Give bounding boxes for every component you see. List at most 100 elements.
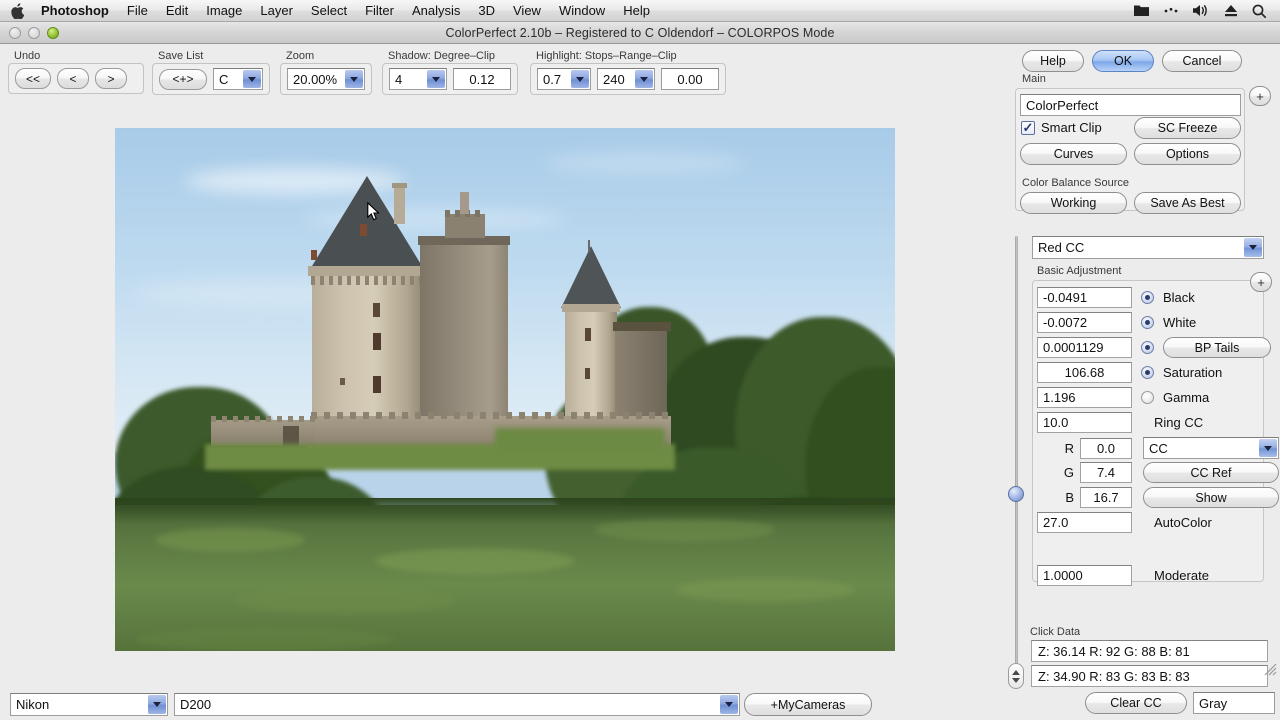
master-slider-track[interactable] xyxy=(1015,236,1018,681)
camera-make-combo[interactable]: Nikon xyxy=(10,693,168,716)
help-button[interactable]: Help xyxy=(1022,50,1084,72)
chevron-down-icon[interactable] xyxy=(345,70,363,88)
chevron-down-icon[interactable] xyxy=(148,695,166,714)
save-list-add-button[interactable]: <+> xyxy=(159,68,207,90)
folder-icon[interactable] xyxy=(1134,4,1149,17)
gray-field[interactable]: Gray xyxy=(1193,692,1275,714)
zoom-button[interactable] xyxy=(47,26,59,39)
channel-select-combo[interactable]: Red CC xyxy=(1032,236,1264,259)
volume-icon[interactable] xyxy=(1193,4,1210,17)
white-row: -0.0072 White xyxy=(1037,312,1196,333)
click-data-label: Click Data xyxy=(1030,626,1081,638)
red-cc-value-field[interactable]: 0.0 xyxy=(1080,437,1132,459)
undo-button[interactable]: < xyxy=(57,68,89,89)
bp-tails-button[interactable]: BP Tails xyxy=(1163,337,1271,358)
autocolor-value-field[interactable]: 27.0 xyxy=(1037,512,1132,533)
gamma-value-field[interactable]: 1.196 xyxy=(1037,387,1132,408)
saturation-value-field[interactable]: 106.68 xyxy=(1037,362,1132,383)
sc-freeze-button[interactable]: SC Freeze xyxy=(1134,117,1241,139)
my-cameras-button[interactable]: +MyCameras xyxy=(744,693,872,716)
saturation-label: Saturation xyxy=(1163,365,1223,380)
spotlight-dots-icon[interactable] xyxy=(1163,7,1179,15)
main-preset-field[interactable]: ColorPerfect xyxy=(1020,94,1241,116)
chevron-down-icon[interactable] xyxy=(1244,238,1262,257)
menu-item-3d[interactable]: 3D xyxy=(469,2,504,20)
cancel-button[interactable]: Cancel xyxy=(1162,50,1242,72)
menu-bar-status-area xyxy=(1134,4,1272,18)
chevron-down-icon[interactable] xyxy=(635,70,653,88)
highlight-clip-field[interactable]: 0.00 xyxy=(661,68,719,90)
green-cc-value-field[interactable]: 7.4 xyxy=(1080,462,1132,483)
save-as-best-button[interactable]: Save As Best xyxy=(1134,192,1241,214)
master-slider-knob[interactable] xyxy=(1008,486,1024,502)
bp-tails-radio[interactable] xyxy=(1141,341,1154,354)
highlight-stops-combo[interactable]: 0.7 xyxy=(537,68,591,90)
menu-item-edit[interactable]: Edit xyxy=(157,2,197,20)
cc-mode-combo[interactable]: CC xyxy=(1143,437,1279,459)
menu-item-select[interactable]: Select xyxy=(302,2,356,20)
menu-item-help[interactable]: Help xyxy=(614,2,659,20)
menu-item-image[interactable]: Image xyxy=(197,2,251,20)
smart-clip-checkbox[interactable] xyxy=(1021,120,1035,135)
show-button[interactable]: Show xyxy=(1143,487,1279,508)
clear-cc-button[interactable]: Clear CC xyxy=(1085,692,1187,714)
basic-adjustment-label: Basic Adjustment xyxy=(1037,265,1122,277)
menu-item-view[interactable]: View xyxy=(504,2,550,20)
menu-item-file[interactable]: File xyxy=(118,2,157,20)
ok-button[interactable]: OK xyxy=(1092,50,1154,72)
highlight-range-combo[interactable]: 240 xyxy=(597,68,655,90)
chevron-down-icon[interactable] xyxy=(243,70,261,88)
basic-adjustment-add-button[interactable]: + xyxy=(1250,272,1272,292)
options-button[interactable]: Options xyxy=(1134,143,1241,165)
menu-item-window[interactable]: Window xyxy=(550,2,614,20)
minimize-button[interactable] xyxy=(28,26,40,39)
saturation-radio[interactable] xyxy=(1141,366,1154,379)
search-icon[interactable] xyxy=(1252,4,1266,18)
highlight-group: Highlight: Stops–Range–Clip 0.7 240 0.00 xyxy=(530,50,726,95)
stepper-down-icon[interactable] xyxy=(1012,677,1020,683)
eject-icon[interactable] xyxy=(1224,4,1238,17)
zoom-combo[interactable]: 20.00% xyxy=(287,68,365,90)
working-button[interactable]: Working xyxy=(1020,192,1127,214)
white-radio[interactable] xyxy=(1141,316,1154,329)
shadow-group-label: Shadow: Degree–Clip xyxy=(388,50,496,62)
menu-item-photoshop[interactable]: Photoshop xyxy=(32,2,118,20)
chevron-down-icon[interactable] xyxy=(571,70,589,88)
blue-cc-value-field[interactable]: 16.7 xyxy=(1080,487,1132,508)
save-list-combo[interactable]: C xyxy=(213,68,263,90)
image-preview-canvas[interactable] xyxy=(115,128,895,651)
white-value-field[interactable]: -0.0072 xyxy=(1037,312,1132,333)
click-data-stepper[interactable] xyxy=(1008,663,1024,689)
curves-button[interactable]: Curves xyxy=(1020,143,1127,165)
close-button[interactable] xyxy=(9,26,21,39)
ring-cc-value-field[interactable]: 10.0 xyxy=(1037,412,1132,433)
camera-model-combo[interactable]: D200 xyxy=(174,693,740,716)
master-slider[interactable] xyxy=(1008,236,1024,681)
moderate-value-field[interactable]: 1.0000 xyxy=(1037,565,1132,586)
menu-item-filter[interactable]: Filter xyxy=(356,2,403,20)
undo-group-label: Undo xyxy=(14,50,41,62)
white-label: White xyxy=(1163,315,1197,330)
resize-grip-icon[interactable] xyxy=(1264,663,1277,676)
menu-item-analysis[interactable]: Analysis xyxy=(403,2,469,20)
menu-item-layer[interactable]: Layer xyxy=(251,2,302,20)
chevron-down-icon[interactable] xyxy=(720,695,738,714)
redo-button[interactable]: > xyxy=(95,68,127,89)
stepper-up-icon[interactable] xyxy=(1012,669,1020,675)
mouse-cursor-icon xyxy=(367,201,380,224)
main-add-button[interactable]: + xyxy=(1249,86,1271,106)
undo-all-button[interactable]: << xyxy=(15,68,51,89)
click-data-row-1[interactable]: Z: 36.14 R: 92 G: 88 B: 81 xyxy=(1031,640,1268,662)
cc-ref-button[interactable]: CC Ref xyxy=(1143,462,1279,483)
black-value-field[interactable]: -0.0491 xyxy=(1037,287,1132,308)
shadow-clip-field[interactable]: 0.12 xyxy=(453,68,511,90)
black-radio[interactable] xyxy=(1141,291,1154,304)
chevron-down-icon[interactable] xyxy=(427,70,445,88)
shadow-degree-combo[interactable]: 4 xyxy=(389,68,447,90)
smart-clip-checkbox-row[interactable]: Smart Clip xyxy=(1021,120,1102,135)
gamma-radio[interactable] xyxy=(1141,391,1154,404)
click-data-row-2[interactable]: Z: 34.90 R: 83 G: 83 B: 83 xyxy=(1031,665,1268,687)
chevron-down-icon[interactable] xyxy=(1259,439,1277,457)
bp-tails-value-field[interactable]: 0.0001129 xyxy=(1037,337,1132,358)
apple-logo-icon[interactable] xyxy=(8,2,26,19)
